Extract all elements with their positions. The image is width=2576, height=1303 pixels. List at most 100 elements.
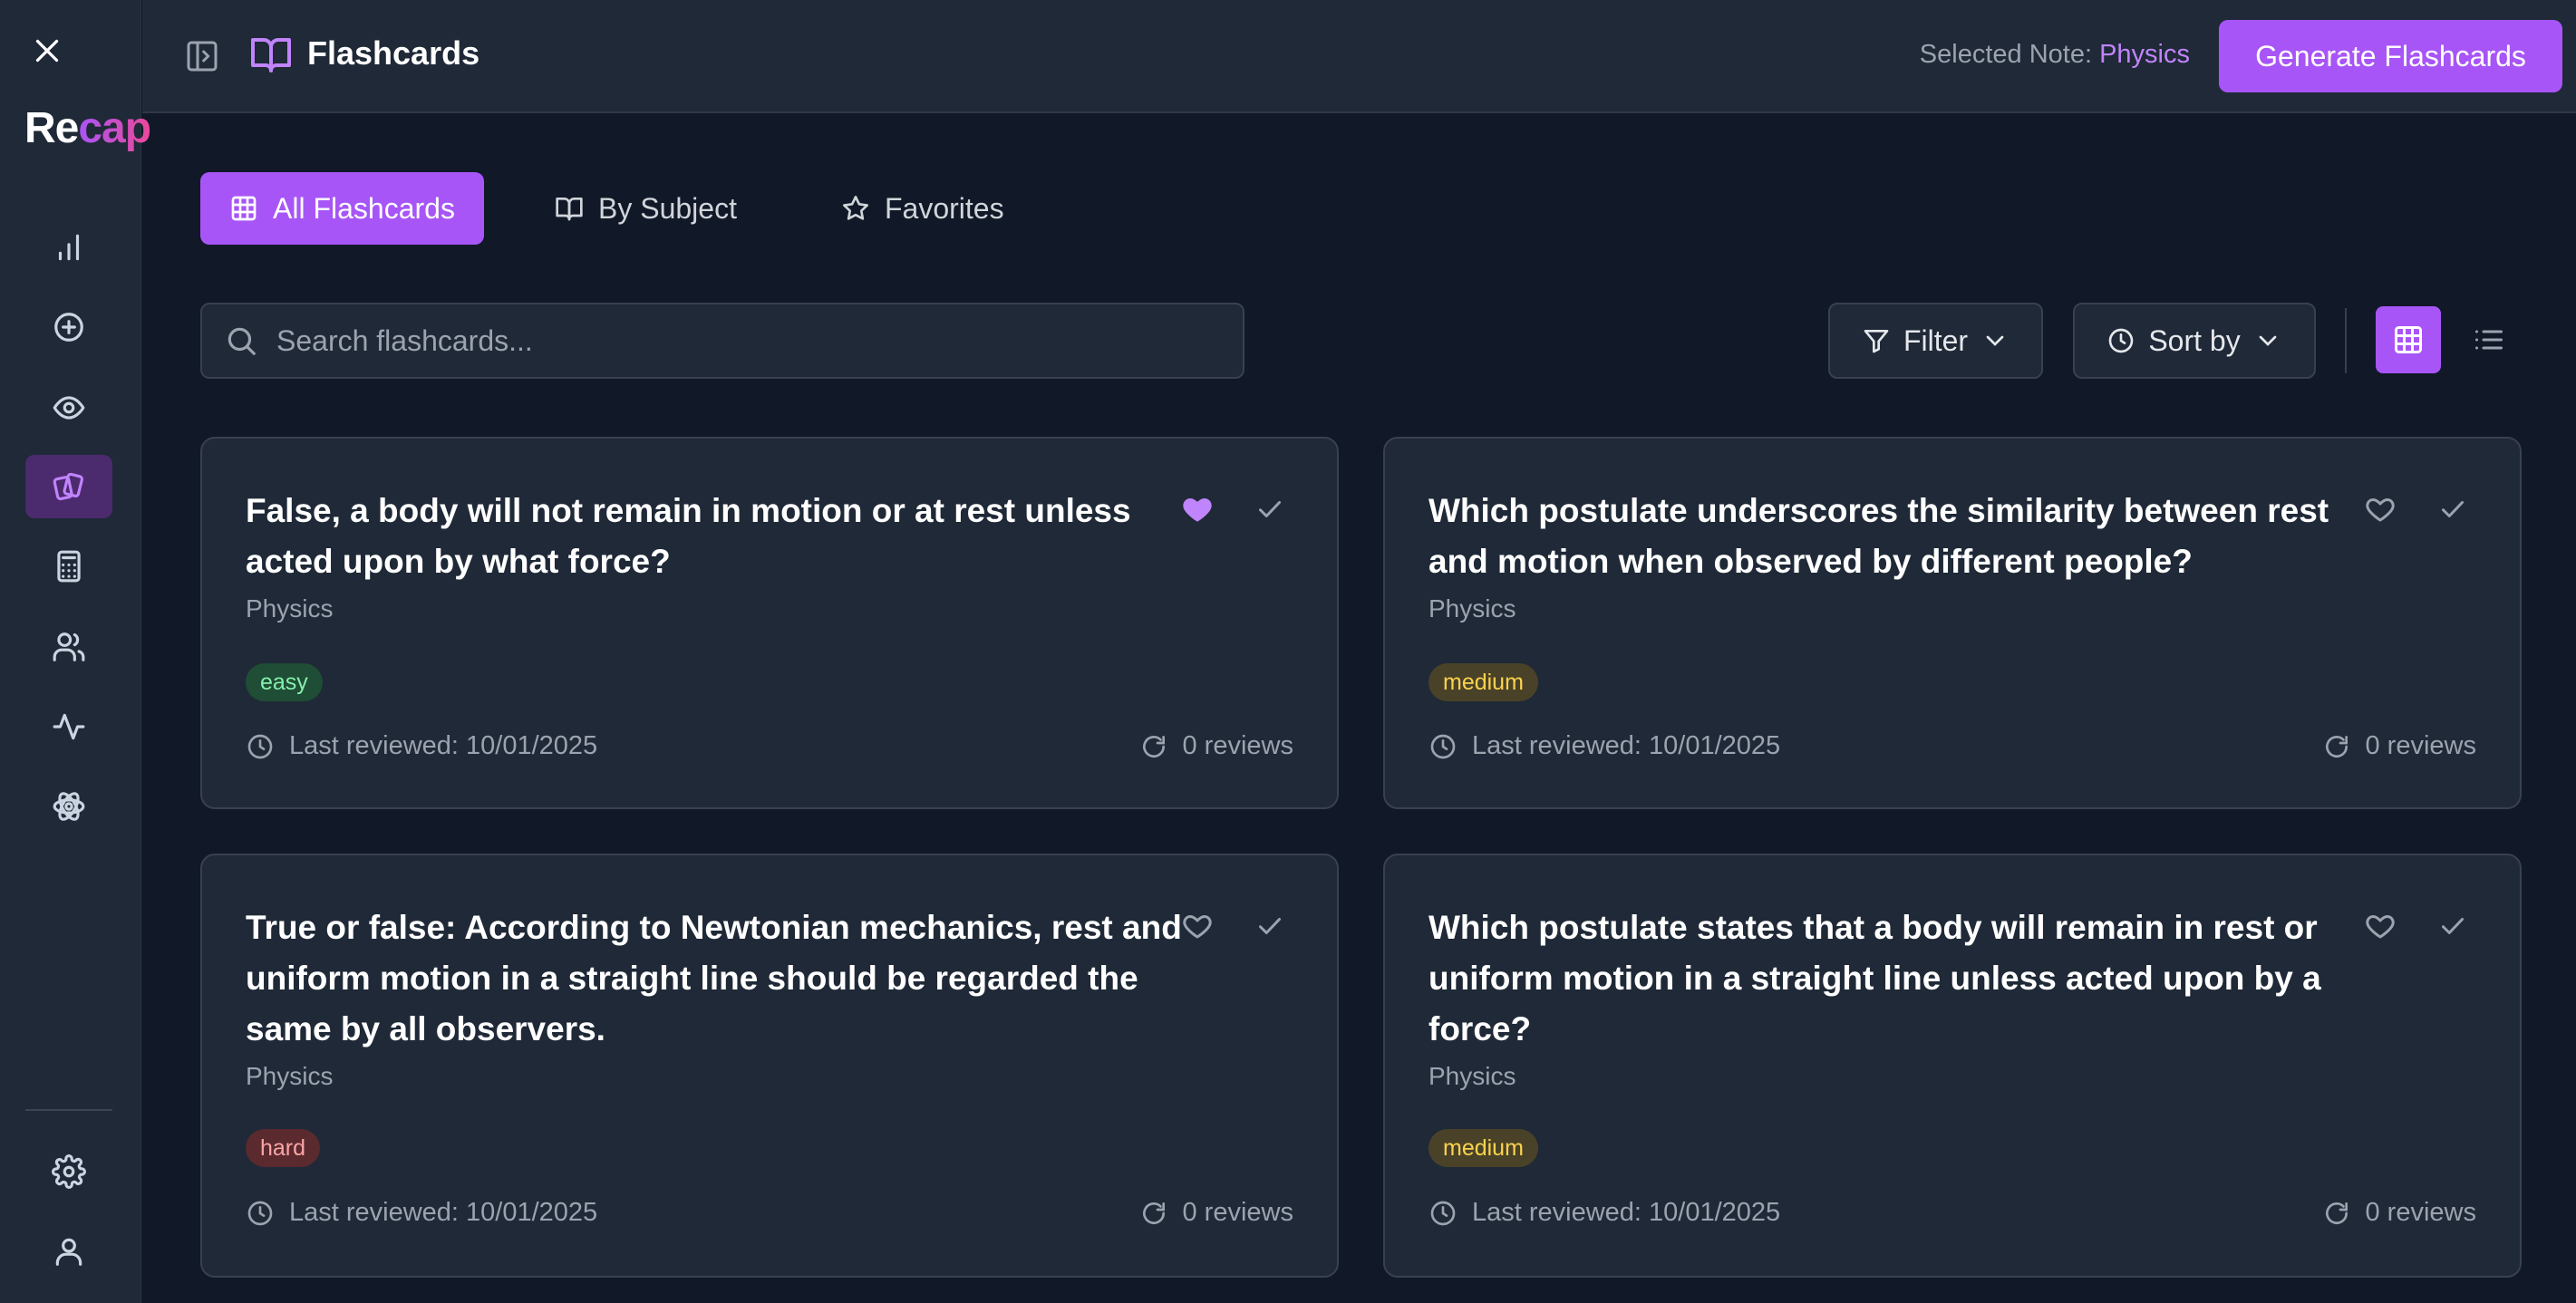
sidebar-item-community[interactable] bbox=[25, 615, 112, 679]
flashcard-question: Which postulate states that a body will … bbox=[1428, 909, 2321, 1047]
last-reviewed-text: Last reviewed: 10/01/2025 bbox=[289, 731, 598, 760]
page-title: Flashcards bbox=[307, 34, 480, 72]
list-view-button[interactable] bbox=[2456, 306, 2522, 373]
difficulty-badge: medium bbox=[1428, 663, 1538, 701]
tab-by-subject[interactable]: By Subject bbox=[555, 172, 772, 245]
plus-circle-icon bbox=[54, 313, 83, 342]
book-open-icon bbox=[249, 33, 293, 76]
filter-button[interactable]: Filter bbox=[1828, 303, 2043, 379]
search-box bbox=[200, 303, 1244, 379]
brand-logo: Recap bbox=[24, 104, 151, 152]
check-icon[interactable] bbox=[1254, 910, 1286, 942]
generate-flashcards-button[interactable]: Generate Flashcards bbox=[2219, 20, 2562, 92]
tab-label: Favorites bbox=[885, 191, 1004, 225]
difficulty-badge: easy bbox=[246, 663, 323, 701]
chart-icon bbox=[58, 234, 80, 261]
sidebar-item-flashcards[interactable] bbox=[25, 455, 112, 518]
sidebar-item-review[interactable] bbox=[25, 376, 112, 439]
chevron-down-icon bbox=[2259, 335, 2277, 346]
clock-icon bbox=[247, 734, 273, 758]
sidebar-item-ai[interactable] bbox=[25, 775, 112, 838]
book-open-icon bbox=[556, 198, 583, 221]
review-count-text: 0 reviews bbox=[1182, 731, 1294, 760]
filter-icon bbox=[1864, 330, 1889, 353]
review-count-text: 0 reviews bbox=[2365, 731, 2477, 760]
difficulty-badge: hard bbox=[246, 1129, 321, 1167]
last-reviewed-text: Last reviewed: 10/01/2025 bbox=[1472, 731, 1781, 760]
refresh-icon bbox=[2325, 735, 2348, 758]
chevron-down-icon bbox=[1986, 335, 2004, 346]
flashcard-question: False, a body will not remain in motion … bbox=[246, 492, 1131, 580]
tab-all-flashcards[interactable]: All Flashcards bbox=[200, 172, 484, 245]
heart-icon[interactable] bbox=[2364, 493, 2397, 526]
calculator-icon bbox=[57, 550, 81, 583]
sort-button[interactable]: Sort by bbox=[2073, 303, 2316, 379]
selected-note-label: Selected Note: bbox=[1919, 40, 2093, 69]
flashcard[interactable]: Which postulate states that a body will … bbox=[1383, 854, 2522, 1278]
search-input[interactable] bbox=[276, 323, 1183, 358]
list-icon bbox=[2475, 330, 2503, 350]
panel-toggle-icon[interactable] bbox=[184, 38, 220, 74]
tab-label: All Flashcards bbox=[273, 191, 455, 225]
heart-icon[interactable] bbox=[2364, 910, 2397, 942]
heart-icon[interactable] bbox=[1181, 910, 1214, 942]
grid-icon bbox=[231, 196, 257, 221]
check-icon[interactable] bbox=[2436, 910, 2469, 942]
flashcard[interactable]: True or false: According to Newtonian me… bbox=[200, 854, 1339, 1278]
flashcard-question: Which postulate underscores the similari… bbox=[1428, 492, 2329, 580]
flashcard-subject: Physics bbox=[246, 594, 334, 623]
flashcards-icon bbox=[53, 472, 84, 501]
flashcard-subject: Physics bbox=[1428, 1062, 1516, 1090]
sidebar-item-profile[interactable] bbox=[25, 1220, 112, 1283]
user-icon bbox=[55, 1238, 82, 1266]
flashcard-question: True or false: According to Newtonian me… bbox=[246, 909, 1182, 1047]
flashcard[interactable]: Which postulate underscores the similari… bbox=[1383, 437, 2522, 809]
check-icon[interactable] bbox=[1254, 493, 1286, 526]
review-count-text: 0 reviews bbox=[2365, 1198, 2477, 1227]
review-count: 0 reviews bbox=[2322, 1198, 2477, 1228]
users-icon bbox=[53, 632, 85, 661]
sidebar-item-add[interactable] bbox=[25, 295, 112, 359]
activity-icon bbox=[53, 713, 85, 740]
review-count-text: 0 reviews bbox=[1182, 1198, 1294, 1227]
refresh-icon bbox=[2325, 1202, 2348, 1224]
refresh-icon bbox=[1142, 735, 1165, 758]
clock-icon bbox=[247, 1201, 273, 1225]
flashcard-subject: Physics bbox=[1428, 594, 1516, 623]
atom-icon bbox=[53, 792, 85, 821]
sidebar-item-settings[interactable] bbox=[25, 1140, 112, 1203]
clock-icon bbox=[1430, 734, 1456, 758]
settings-icon bbox=[52, 1154, 86, 1189]
last-reviewed-text: Last reviewed: 10/01/2025 bbox=[289, 1198, 598, 1227]
difficulty-badge: medium bbox=[1428, 1129, 1538, 1167]
review-count: 0 reviews bbox=[1139, 1198, 1294, 1228]
tab-label: By Subject bbox=[598, 191, 737, 225]
search-icon bbox=[228, 327, 256, 355]
review-count: 0 reviews bbox=[1139, 731, 1294, 761]
sidebar: Recap bbox=[0, 0, 151, 1303]
heart-filled-icon[interactable] bbox=[1181, 493, 1214, 526]
sidebar-item-calculator[interactable] bbox=[25, 535, 112, 598]
review-count: 0 reviews bbox=[2322, 731, 2477, 761]
top-bar: Flashcards Selected Note: Physics Genera… bbox=[142, 0, 2576, 113]
grid-view-button[interactable] bbox=[2376, 306, 2441, 373]
sidebar-item-activity[interactable] bbox=[25, 695, 112, 758]
flashcard[interactable]: False, a body will not remain in motion … bbox=[200, 437, 1339, 809]
last-reviewed: Last reviewed: 10/01/2025 bbox=[1428, 731, 1780, 761]
eye-icon bbox=[53, 396, 85, 420]
close-icon[interactable] bbox=[27, 31, 67, 71]
filter-label: Filter bbox=[1903, 323, 1969, 357]
last-reviewed: Last reviewed: 10/01/2025 bbox=[246, 731, 597, 761]
last-reviewed: Last reviewed: 10/01/2025 bbox=[246, 1198, 597, 1228]
sidebar-item-analytics[interactable] bbox=[25, 216, 112, 279]
refresh-icon bbox=[1142, 1202, 1165, 1224]
sidebar-divider bbox=[25, 1109, 112, 1111]
last-reviewed: Last reviewed: 10/01/2025 bbox=[1428, 1198, 1780, 1228]
toolbar-divider bbox=[2345, 308, 2347, 373]
check-icon[interactable] bbox=[2436, 493, 2469, 526]
tab-favorites[interactable]: Favorites bbox=[841, 172, 1041, 245]
clock-icon bbox=[2108, 328, 2134, 353]
selected-note-value[interactable]: Physics bbox=[2099, 40, 2190, 69]
grid-icon bbox=[2395, 326, 2422, 353]
flashcard-subject: Physics bbox=[246, 1062, 334, 1090]
